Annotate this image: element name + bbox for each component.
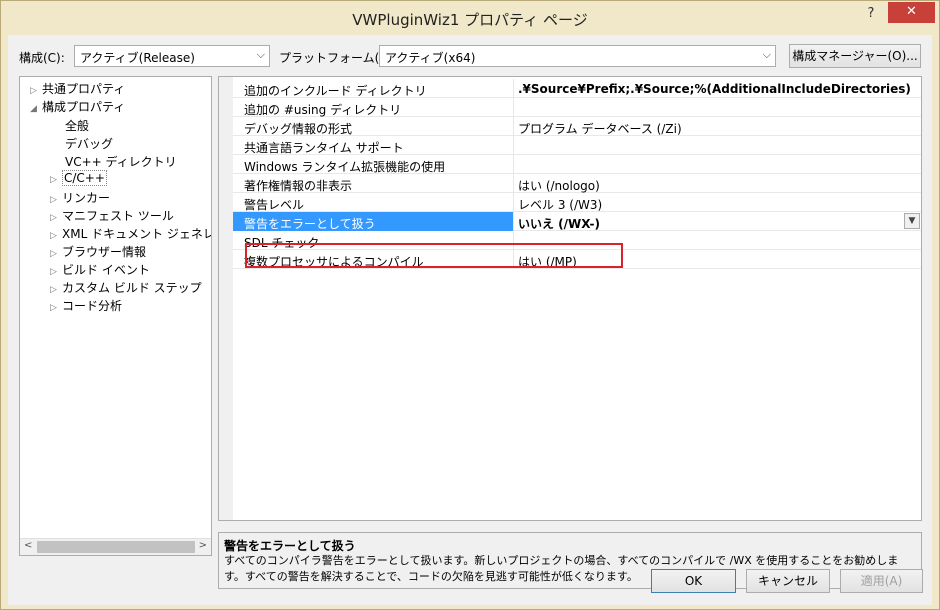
tree-item[interactable]: ◢ 構成プロパティ (30, 98, 125, 116)
platform-label: プラットフォーム(P): (279, 51, 396, 65)
tree-item-label: C/C++ (62, 170, 107, 186)
column-divider (513, 193, 514, 212)
property-row[interactable]: デバッグ情報の形式 プログラム データベース (/Zi) (233, 117, 921, 136)
title-bar: VWPluginWiz1 プロパティ ページ ? ✕ (1, 1, 939, 35)
tree-item-label: ビルド イベント (62, 263, 150, 277)
tree-item[interactable]: ▷ ブラウザー情報 (50, 243, 146, 261)
scroll-right-icon[interactable]: > (199, 540, 207, 551)
config-combo[interactable]: アクティブ(Release) ⌵ (74, 45, 270, 67)
expand-icon[interactable]: ▷ (50, 285, 62, 295)
help-button[interactable]: ? (859, 5, 883, 23)
property-name: 追加のインクルード ディレクトリ (244, 84, 427, 98)
expand-icon[interactable]: ▷ (50, 267, 62, 277)
tree-item-label: コード分析 (62, 299, 123, 313)
column-divider (513, 212, 514, 231)
chevron-down-icon: ⌵ (762, 48, 771, 61)
chevron-down-icon: ⌵ (256, 48, 265, 61)
tree-item-label: XML ドキュメント ジェネレータ (62, 227, 211, 241)
tree-item-label: 共通プロパティ (42, 82, 126, 96)
expand-icon[interactable]: ▷ (50, 249, 62, 259)
tree-item[interactable]: 全般 (65, 117, 89, 135)
expand-icon[interactable]: ▷ (50, 231, 62, 241)
property-name: Windows ランタイム拡張機能の使用 (244, 160, 446, 174)
apply-button[interactable]: 適用(A) (840, 569, 923, 593)
property-name: 警告レベル (244, 198, 305, 212)
close-button[interactable]: ✕ (888, 2, 935, 23)
grid-gutter (219, 77, 233, 520)
tree-item-label: カスタム ビルド ステップ (62, 281, 202, 295)
config-label: 構成(C): (19, 51, 65, 65)
column-divider (513, 98, 514, 117)
description-title: 警告をエラーとして扱う (224, 539, 356, 553)
property-value[interactable]: レベル 3 (/W3) (518, 196, 602, 213)
window-title: VWPluginWiz1 プロパティ ページ (352, 11, 588, 29)
highlight-box (245, 243, 623, 268)
config-combo-value: アクティブ(Release) (80, 51, 195, 65)
cancel-button[interactable]: キャンセル (746, 569, 830, 593)
expand-icon[interactable]: ▷ (50, 175, 62, 185)
expand-icon[interactable]: ▷ (30, 86, 42, 96)
column-divider (513, 117, 514, 136)
property-name: 共通言語ランタイム サポート (244, 141, 404, 155)
tree-item[interactable]: デバッグ (65, 135, 113, 153)
property-value[interactable]: .¥Source¥Prefix;.¥Source;%(AdditionalInc… (518, 82, 911, 96)
property-row-selected[interactable]: 警告をエラーとして扱う いいえ (/WX-) ▼ (233, 212, 921, 231)
property-value[interactable]: プログラム データベース (/Zi) (518, 120, 682, 137)
tree-item-label: VC++ ディレクトリ (65, 155, 177, 169)
property-grid[interactable]: 追加のインクルード ディレクトリ .¥Source¥Prefix;.¥Sourc… (218, 76, 922, 521)
tree-item[interactable]: ▷ C/C++ (50, 170, 107, 189)
config-manager-button[interactable]: 構成マネージャー(O)... (789, 44, 921, 68)
property-value[interactable]: はい (/nologo) (518, 177, 600, 194)
platform-combo-value: アクティブ(x64) (385, 51, 476, 65)
property-name: 著作権情報の非表示 (244, 179, 353, 193)
tree-item-label: 全般 (65, 119, 90, 133)
tree-item-label: マニフェスト ツール (62, 209, 174, 223)
tree-item-label: リンカー (62, 191, 111, 205)
property-row[interactable]: 追加の #using ディレクトリ (233, 98, 921, 117)
platform-combo[interactable]: アクティブ(x64) ⌵ (379, 45, 776, 67)
property-row[interactable]: 警告レベル レベル 3 (/W3) (233, 193, 921, 212)
tree-item-label: デバッグ (65, 137, 114, 151)
tree-item[interactable]: ▷ ビルド イベント (50, 261, 150, 279)
tree-item-label: 構成プロパティ (42, 100, 126, 114)
property-row[interactable]: 著作権情報の非表示 はい (/nologo) (233, 174, 921, 193)
column-divider (513, 155, 514, 174)
tree-item[interactable]: ▷XML ドキュメント ジェネレータ (50, 225, 211, 243)
tree-item[interactable]: ▷ コード分析 (50, 297, 122, 315)
tree-item[interactable]: ▷ リンカー (50, 189, 110, 207)
property-row[interactable]: 追加のインクルード ディレクトリ .¥Source¥Prefix;.¥Sourc… (233, 79, 921, 98)
chevron-down-icon[interactable]: ▼ (904, 213, 920, 229)
scroll-left-icon[interactable]: < (24, 540, 32, 551)
property-row[interactable]: Windows ランタイム拡張機能の使用 (233, 155, 921, 174)
tree-item[interactable]: ▷ 共通プロパティ (30, 80, 125, 98)
property-name: デバッグ情報の形式 (244, 122, 353, 136)
property-tree[interactable]: ▷ 共通プロパティ ◢ 構成プロパティ 全般 デバッグ VC++ ディレクトリ ▷ C… (19, 76, 212, 556)
property-value[interactable]: いいえ (/WX-) (518, 215, 600, 232)
expand-icon[interactable]: ▷ (50, 195, 62, 205)
property-row[interactable]: 共通言語ランタイム サポート (233, 136, 921, 155)
column-divider (513, 79, 514, 98)
tree-item[interactable]: VC++ ディレクトリ (65, 153, 177, 171)
horizontal-scrollbar[interactable]: < > (20, 538, 211, 555)
tree-item-label: ブラウザー情報 (62, 245, 147, 259)
column-divider (513, 136, 514, 155)
expand-icon[interactable]: ▷ (50, 303, 62, 313)
ok-button[interactable]: OK (651, 569, 736, 593)
expand-icon[interactable]: ▷ (50, 213, 62, 223)
scrollbar-thumb[interactable] (37, 541, 195, 553)
property-name: 追加の #using ディレクトリ (244, 103, 402, 117)
dialog-client: 構成(C): アクティブ(Release) ⌵ プラットフォーム(P): アクテ… (8, 35, 932, 605)
tree-item[interactable]: ▷ カスタム ビルド ステップ (50, 279, 202, 297)
collapse-icon[interactable]: ◢ (30, 104, 42, 114)
properties-window: VWPluginWiz1 プロパティ ページ ? ✕ 構成(C): アクティブ(… (0, 0, 940, 610)
column-divider (513, 174, 514, 193)
property-name: 警告をエラーとして扱う (244, 217, 376, 231)
tree-item[interactable]: ▷ マニフェスト ツール (50, 207, 174, 225)
